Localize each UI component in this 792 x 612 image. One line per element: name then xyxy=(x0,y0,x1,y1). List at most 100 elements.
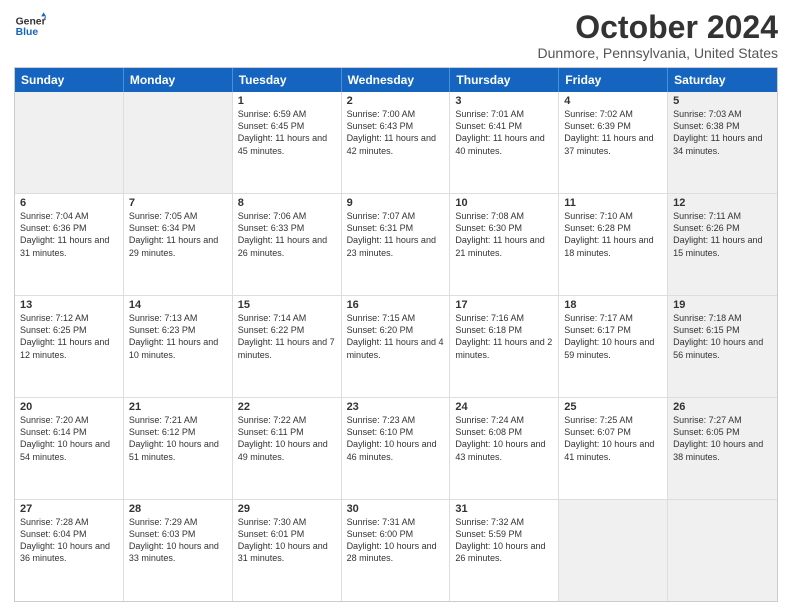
day-info: Sunrise: 7:04 AM Sunset: 6:36 PM Dayligh… xyxy=(20,211,109,257)
day-number: 18 xyxy=(564,299,662,311)
day-info: Sunrise: 7:21 AM Sunset: 6:12 PM Dayligh… xyxy=(129,415,219,461)
day-info: Sunrise: 7:16 AM Sunset: 6:18 PM Dayligh… xyxy=(455,313,552,359)
day-info: Sunrise: 7:03 AM Sunset: 6:38 PM Dayligh… xyxy=(673,109,762,155)
calendar-cell: 22 Sunrise: 7:22 AM Sunset: 6:11 PM Dayli… xyxy=(233,398,342,499)
day-info: Sunrise: 7:11 AM Sunset: 6:26 PM Dayligh… xyxy=(673,211,762,257)
day-number: 26 xyxy=(673,401,772,413)
calendar-row: 6 Sunrise: 7:04 AM Sunset: 6:36 PM Daylig… xyxy=(15,194,777,296)
day-number: 25 xyxy=(564,401,662,413)
day-info: Sunrise: 7:31 AM Sunset: 6:00 PM Dayligh… xyxy=(347,517,437,563)
day-header: Thursday xyxy=(450,68,559,92)
calendar-cell: 18Sunrise: 7:17 AM Sunset: 6:17 PM Dayli… xyxy=(559,296,668,397)
day-info: Sunrise: 7:15 AM Sunset: 6:20 PM Dayligh… xyxy=(347,313,444,359)
calendar: SundayMondayTuesdayWednesdayThursdayFrid… xyxy=(14,67,778,602)
calendar-cell: 29Sunrise: 7:30 AM Sunset: 6:01 PM Dayli… xyxy=(233,500,342,601)
day-number: 11 xyxy=(564,197,662,209)
calendar-cell: 16 Sunrise: 7:15 AM Sunset: 6:20 PM Dayli… xyxy=(342,296,451,397)
day-number: 16 xyxy=(347,299,445,311)
calendar-cell xyxy=(15,92,124,193)
day-number: 21 xyxy=(129,401,227,413)
calendar-cell: 15 Sunrise: 7:14 AM Sunset: 6:22 PM Dayli… xyxy=(233,296,342,397)
day-number: 15 xyxy=(238,299,336,311)
day-number: 2 xyxy=(347,95,445,107)
day-number: 27 xyxy=(20,503,118,515)
calendar-cell xyxy=(668,500,777,601)
title-block: October 2024 Dunmore, Pennsylvania, Unit… xyxy=(538,10,778,61)
svg-text:Blue: Blue xyxy=(16,27,39,38)
calendar-row: 27 Sunrise: 7:28 AM Sunset: 6:04 PM Dayli… xyxy=(15,500,777,601)
calendar-cell: 2 Sunrise: 7:00 AM Sunset: 6:43 PM Daylig… xyxy=(342,92,451,193)
day-header: Monday xyxy=(124,68,233,92)
calendar-cell: 10 Sunrise: 7:08 AM Sunset: 6:30 PM Dayli… xyxy=(450,194,559,295)
day-info: Sunrise: 7:06 AM Sunset: 6:33 PM Dayligh… xyxy=(238,211,327,257)
day-info: Sunrise: 7:05 AM Sunset: 6:34 PM Dayligh… xyxy=(129,211,218,257)
day-number: 24 xyxy=(455,401,553,413)
calendar-cell xyxy=(124,92,233,193)
calendar-cell: 8 Sunrise: 7:06 AM Sunset: 6:33 PM Daylig… xyxy=(233,194,342,295)
day-number: 19 xyxy=(673,299,772,311)
calendar-cell: 26 Sunrise: 7:27 AM Sunset: 6:05 PM Dayli… xyxy=(668,398,777,499)
page-header: General Blue October 2024 Dunmore, Penns… xyxy=(14,10,778,61)
day-number: 30 xyxy=(347,503,445,515)
day-info: Sunrise: 7:10 AM Sunset: 6:28 PM Dayligh… xyxy=(564,211,653,257)
day-info: Sunrise: 7:07 AM Sunset: 6:31 PM Dayligh… xyxy=(347,211,436,257)
calendar-row: 20 Sunrise: 7:20 AM Sunset: 6:14 PM Dayli… xyxy=(15,398,777,500)
calendar-cell: 7 Sunrise: 7:05 AM Sunset: 6:34 PM Daylig… xyxy=(124,194,233,295)
day-info: Sunrise: 7:29 AM Sunset: 6:03 PM Dayligh… xyxy=(129,517,219,563)
calendar-cell: 19 Sunrise: 7:18 AM Sunset: 6:15 PM Dayli… xyxy=(668,296,777,397)
calendar-cell: 24 Sunrise: 7:24 AM Sunset: 6:08 PM Dayli… xyxy=(450,398,559,499)
day-header: Sunday xyxy=(15,68,124,92)
calendar-cell: 13Sunrise: 7:12 AM Sunset: 6:25 PM Dayli… xyxy=(15,296,124,397)
day-info: Sunrise: 7:08 AM Sunset: 6:30 PM Dayligh… xyxy=(455,211,544,257)
day-info: Sunrise: 7:24 AM Sunset: 6:08 PM Dayligh… xyxy=(455,415,545,461)
day-number: 8 xyxy=(238,197,336,209)
day-number: 22 xyxy=(238,401,336,413)
location: Dunmore, Pennsylvania, United States xyxy=(538,45,778,61)
day-info: Sunrise: 7:13 AM Sunset: 6:23 PM Dayligh… xyxy=(129,313,218,359)
calendar-cell: 17Sunrise: 7:16 AM Sunset: 6:18 PM Dayli… xyxy=(450,296,559,397)
calendar-cell: 1Sunrise: 6:59 AM Sunset: 6:45 PM Daylig… xyxy=(233,92,342,193)
day-info: Sunrise: 7:01 AM Sunset: 6:41 PM Dayligh… xyxy=(455,109,544,155)
svg-text:General: General xyxy=(16,16,46,27)
calendar-cell: 14 Sunrise: 7:13 AM Sunset: 6:23 PM Dayli… xyxy=(124,296,233,397)
calendar-row: 1Sunrise: 6:59 AM Sunset: 6:45 PM Daylig… xyxy=(15,92,777,194)
month-title: October 2024 xyxy=(538,10,778,45)
day-info: Sunrise: 7:14 AM Sunset: 6:22 PM Dayligh… xyxy=(238,313,335,359)
calendar-cell: 25Sunrise: 7:25 AM Sunset: 6:07 PM Dayli… xyxy=(559,398,668,499)
calendar-row: 13Sunrise: 7:12 AM Sunset: 6:25 PM Dayli… xyxy=(15,296,777,398)
day-number: 6 xyxy=(20,197,118,209)
day-info: Sunrise: 7:22 AM Sunset: 6:11 PM Dayligh… xyxy=(238,415,328,461)
calendar-cell: 28Sunrise: 7:29 AM Sunset: 6:03 PM Dayli… xyxy=(124,500,233,601)
day-number: 14 xyxy=(129,299,227,311)
day-info: Sunrise: 6:59 AM Sunset: 6:45 PM Dayligh… xyxy=(238,109,327,155)
day-number: 10 xyxy=(455,197,553,209)
day-number: 5 xyxy=(673,95,772,107)
calendar-body: 1Sunrise: 6:59 AM Sunset: 6:45 PM Daylig… xyxy=(15,92,777,601)
day-info: Sunrise: 7:28 AM Sunset: 6:04 PM Dayligh… xyxy=(20,517,110,563)
day-header: Saturday xyxy=(668,68,777,92)
calendar-cell: 6 Sunrise: 7:04 AM Sunset: 6:36 PM Daylig… xyxy=(15,194,124,295)
day-number: 12 xyxy=(673,197,772,209)
day-info: Sunrise: 7:27 AM Sunset: 6:05 PM Dayligh… xyxy=(673,415,763,461)
calendar-cell: 11 Sunrise: 7:10 AM Sunset: 6:28 PM Dayli… xyxy=(559,194,668,295)
calendar-cell: 9Sunrise: 7:07 AM Sunset: 6:31 PM Daylig… xyxy=(342,194,451,295)
day-info: Sunrise: 7:00 AM Sunset: 6:43 PM Dayligh… xyxy=(347,109,436,155)
day-number: 23 xyxy=(347,401,445,413)
day-number: 7 xyxy=(129,197,227,209)
calendar-cell: 4Sunrise: 7:02 AM Sunset: 6:39 PM Daylig… xyxy=(559,92,668,193)
day-info: Sunrise: 7:20 AM Sunset: 6:14 PM Dayligh… xyxy=(20,415,110,461)
calendar-cell: 23Sunrise: 7:23 AM Sunset: 6:10 PM Dayli… xyxy=(342,398,451,499)
calendar-cell xyxy=(559,500,668,601)
calendar-cell: 21 Sunrise: 7:21 AM Sunset: 6:12 PM Dayli… xyxy=(124,398,233,499)
day-number: 29 xyxy=(238,503,336,515)
calendar-cell: 31Sunrise: 7:32 AM Sunset: 5:59 PM Dayli… xyxy=(450,500,559,601)
calendar-cell: 3Sunrise: 7:01 AM Sunset: 6:41 PM Daylig… xyxy=(450,92,559,193)
calendar-cell: 12 Sunrise: 7:11 AM Sunset: 6:26 PM Dayli… xyxy=(668,194,777,295)
day-number: 31 xyxy=(455,503,553,515)
day-number: 4 xyxy=(564,95,662,107)
logo: General Blue xyxy=(14,10,46,42)
day-info: Sunrise: 7:18 AM Sunset: 6:15 PM Dayligh… xyxy=(673,313,763,359)
day-number: 20 xyxy=(20,401,118,413)
day-header: Tuesday xyxy=(233,68,342,92)
day-header: Wednesday xyxy=(342,68,451,92)
